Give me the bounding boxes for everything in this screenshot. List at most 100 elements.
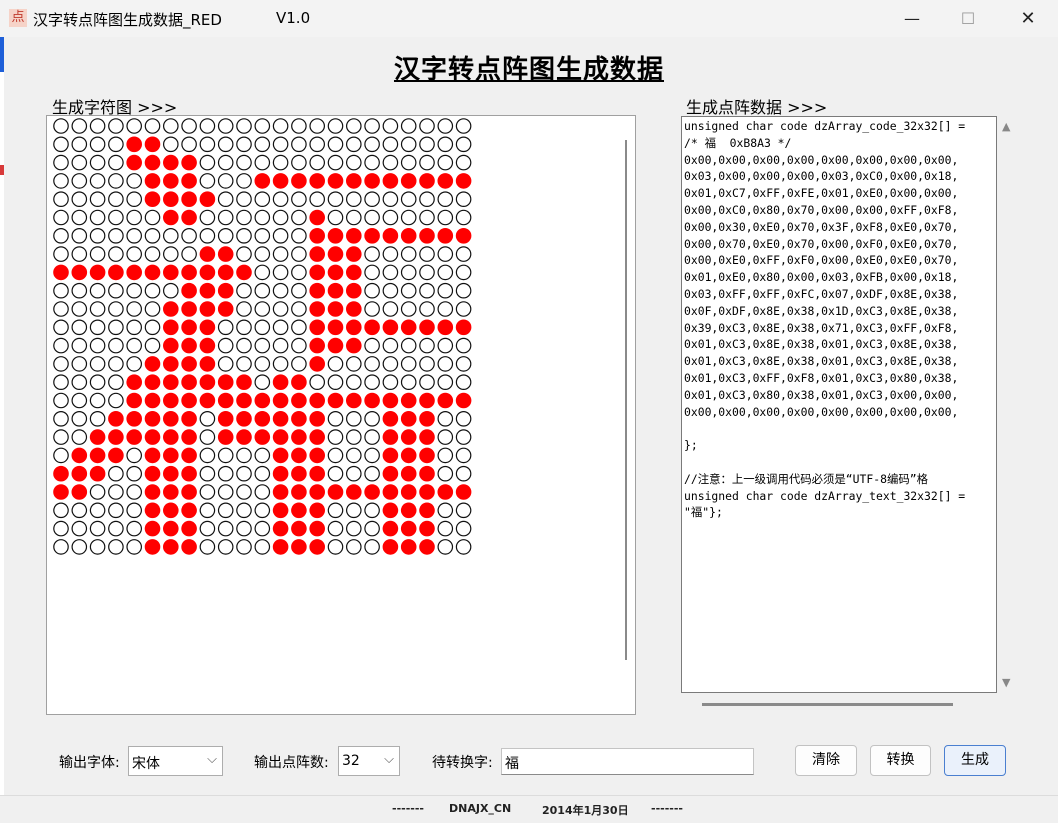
dot-off xyxy=(144,209,161,226)
dot-on xyxy=(217,392,234,409)
dot-on xyxy=(382,228,399,244)
char-input[interactable]: 福 xyxy=(501,748,754,775)
dot-off xyxy=(327,465,344,482)
dot-off xyxy=(126,319,142,336)
dot-off xyxy=(382,301,399,317)
dot-off xyxy=(364,118,380,134)
dot-off xyxy=(217,520,234,537)
dot-off xyxy=(382,246,399,262)
dot-on xyxy=(144,264,161,281)
dot-on xyxy=(272,502,289,519)
dot-on xyxy=(163,447,179,464)
code-output-textarea[interactable]: unsigned char code dzArray_code_32x32[] … xyxy=(681,116,997,693)
dot-off xyxy=(163,228,179,244)
dot-off xyxy=(455,301,472,317)
dot-off xyxy=(181,136,197,153)
dot-on xyxy=(163,173,179,189)
dot-on xyxy=(272,173,289,189)
matrix-data-label: 生成点阵数据 >>> xyxy=(686,98,828,117)
dot-off xyxy=(382,356,399,372)
generate-button[interactable]: 生成 xyxy=(944,745,1006,776)
dot-off xyxy=(71,173,88,189)
dot-off xyxy=(272,282,289,299)
dot-off xyxy=(419,374,435,390)
dot-off xyxy=(217,154,234,171)
dot-off xyxy=(163,118,179,134)
dot-on xyxy=(144,520,161,537)
scroll-down-icon[interactable]: ▼ xyxy=(1002,676,1010,689)
dot-on xyxy=(163,337,179,354)
dot-off xyxy=(364,246,380,262)
dot-off xyxy=(345,191,362,207)
dot-off xyxy=(327,429,344,445)
dot-off xyxy=(89,246,106,262)
dot-on xyxy=(71,465,88,482)
dot-off xyxy=(199,447,216,464)
dot-on xyxy=(181,539,197,555)
clear-button[interactable]: 清除 xyxy=(795,745,857,776)
dot-off xyxy=(254,520,271,537)
dot-off xyxy=(419,209,435,226)
dot-off xyxy=(71,228,88,244)
dot-on xyxy=(272,410,289,427)
size-select[interactable]: 32 ⌵ xyxy=(338,746,400,776)
dot-on xyxy=(327,319,344,336)
dot-on xyxy=(163,264,179,281)
dot-off xyxy=(53,136,69,153)
code-horizontal-scrollbar[interactable] xyxy=(702,703,953,706)
dot-on xyxy=(199,264,216,281)
dot-off xyxy=(345,447,362,464)
dot-on xyxy=(345,392,362,409)
scroll-up-icon[interactable]: ▲ xyxy=(1002,120,1010,133)
dot-off xyxy=(364,465,380,482)
dot-off xyxy=(53,447,69,464)
dot-off xyxy=(272,264,289,281)
dot-on xyxy=(400,319,417,336)
dot-off xyxy=(400,374,417,390)
dot-on xyxy=(382,319,399,336)
dot-on xyxy=(108,429,124,445)
dot-on xyxy=(163,484,179,500)
font-select[interactable]: 宋体 ⌵ xyxy=(128,746,223,776)
dot-off xyxy=(108,356,124,372)
dot-on xyxy=(126,429,142,445)
dot-on xyxy=(291,447,307,464)
minimize-icon[interactable]: — xyxy=(884,0,940,37)
dot-off xyxy=(382,374,399,390)
dot-off xyxy=(126,465,142,482)
dot-on xyxy=(181,374,197,390)
grid-scrollbar-track[interactable] xyxy=(625,140,627,660)
dot-off xyxy=(364,136,380,153)
title-bar[interactable]: 点 汉字转点阵图生成数据_RED V1.0 — ☐ ✕ xyxy=(0,0,1058,37)
dot-on xyxy=(437,173,454,189)
dot-on xyxy=(144,429,161,445)
dot-off xyxy=(254,356,271,372)
dot-off xyxy=(364,447,380,464)
code-vertical-scrollbar[interactable]: ▲ ▼ xyxy=(1000,116,1018,693)
dot-off xyxy=(291,246,307,262)
dot-on xyxy=(419,429,435,445)
dot-off xyxy=(236,465,252,482)
close-icon[interactable]: ✕ xyxy=(1000,0,1056,37)
dot-off xyxy=(437,374,454,390)
dot-off xyxy=(71,374,88,390)
dot-off xyxy=(455,118,472,134)
dot-on xyxy=(419,520,435,537)
dot-off xyxy=(217,136,234,153)
window-title: 汉字转点阵图生成数据_RED xyxy=(33,11,222,29)
dot-on xyxy=(455,319,472,336)
dot-off xyxy=(345,539,362,555)
dot-off xyxy=(53,191,69,207)
dot-on xyxy=(236,429,252,445)
dot-off xyxy=(89,520,106,537)
convert-button[interactable]: 转换 xyxy=(870,745,931,776)
dot-on xyxy=(181,173,197,189)
dot-on xyxy=(89,447,106,464)
dot-on xyxy=(419,319,435,336)
maximize-icon[interactable]: ☐ xyxy=(940,0,996,37)
dot-off xyxy=(108,319,124,336)
dot-off xyxy=(327,539,344,555)
dot-on xyxy=(199,282,216,299)
dot-on xyxy=(144,191,161,207)
dot-off xyxy=(382,337,399,354)
